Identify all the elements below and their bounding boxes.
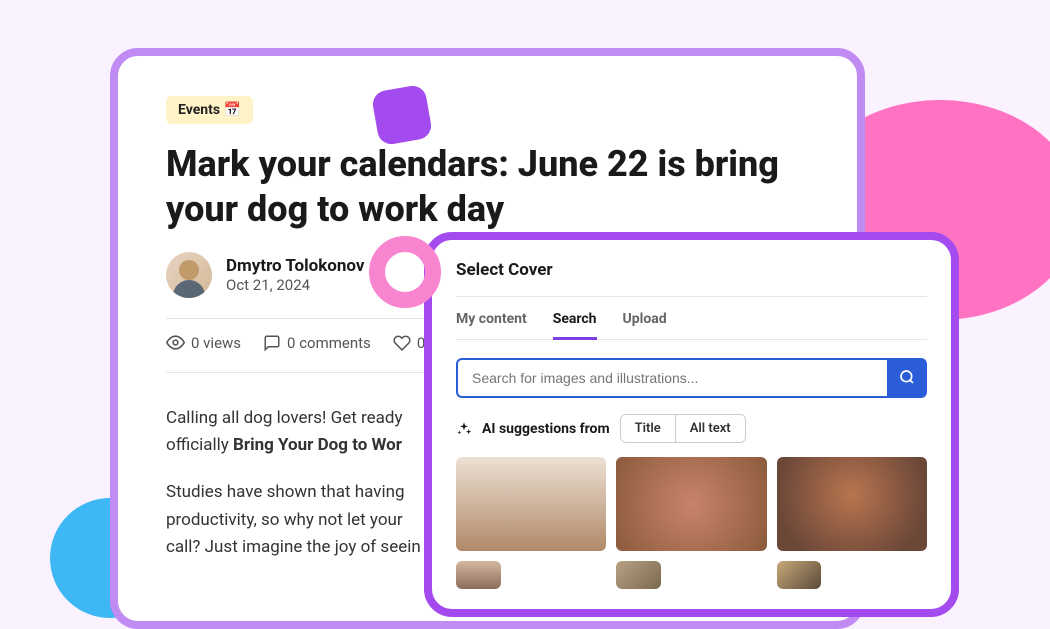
tab-upload[interactable]: Upload [623, 311, 667, 339]
views-count: 0 views [191, 334, 241, 352]
comment-icon [263, 334, 281, 352]
article-title: Mark your calendars: June 22 is bring yo… [166, 142, 809, 232]
stat-likes[interactable]: 0 [393, 334, 425, 352]
search-button[interactable] [887, 358, 927, 398]
modal-title: Select Cover [456, 260, 927, 297]
stat-views: 0 views [166, 333, 241, 352]
comments-count: 0 comments [287, 334, 371, 352]
article-date: Oct 21, 2024 [226, 276, 365, 294]
chip-title[interactable]: Title [621, 415, 676, 442]
suggestions-label: AI suggestions from [482, 421, 610, 437]
image-result-2[interactable] [616, 457, 766, 551]
eye-icon [166, 333, 185, 352]
sparkle-icon [456, 421, 472, 437]
image-result-4[interactable] [456, 561, 501, 589]
image-result-5[interactable] [616, 561, 661, 589]
search-icon [899, 369, 915, 388]
select-cover-modal: Select Cover My content Search Upload AI… [424, 232, 959, 617]
author-name[interactable]: Dmytro Tolokonov [226, 256, 365, 276]
tabs-row: My content Search Upload [456, 311, 927, 340]
tab-my-content[interactable]: My content [456, 311, 527, 339]
image-grid [456, 457, 927, 589]
decorative-pink-ring [369, 236, 441, 308]
tab-search[interactable]: Search [553, 311, 597, 339]
image-result-1[interactable] [456, 457, 606, 551]
search-row [456, 358, 927, 398]
decorative-purple-square [371, 84, 434, 147]
image-result-6[interactable] [777, 561, 822, 589]
stat-comments[interactable]: 0 comments [263, 334, 371, 352]
search-input[interactable] [456, 358, 887, 398]
heart-icon [393, 334, 411, 352]
avatar[interactable] [166, 252, 212, 298]
suggestion-chip-group: Title All text [620, 414, 746, 443]
image-result-3[interactable] [777, 457, 927, 551]
category-badge[interactable]: Events 📅 [166, 96, 253, 124]
chip-all-text[interactable]: All text [676, 415, 745, 442]
ai-suggestions-row: AI suggestions from Title All text [456, 414, 927, 443]
